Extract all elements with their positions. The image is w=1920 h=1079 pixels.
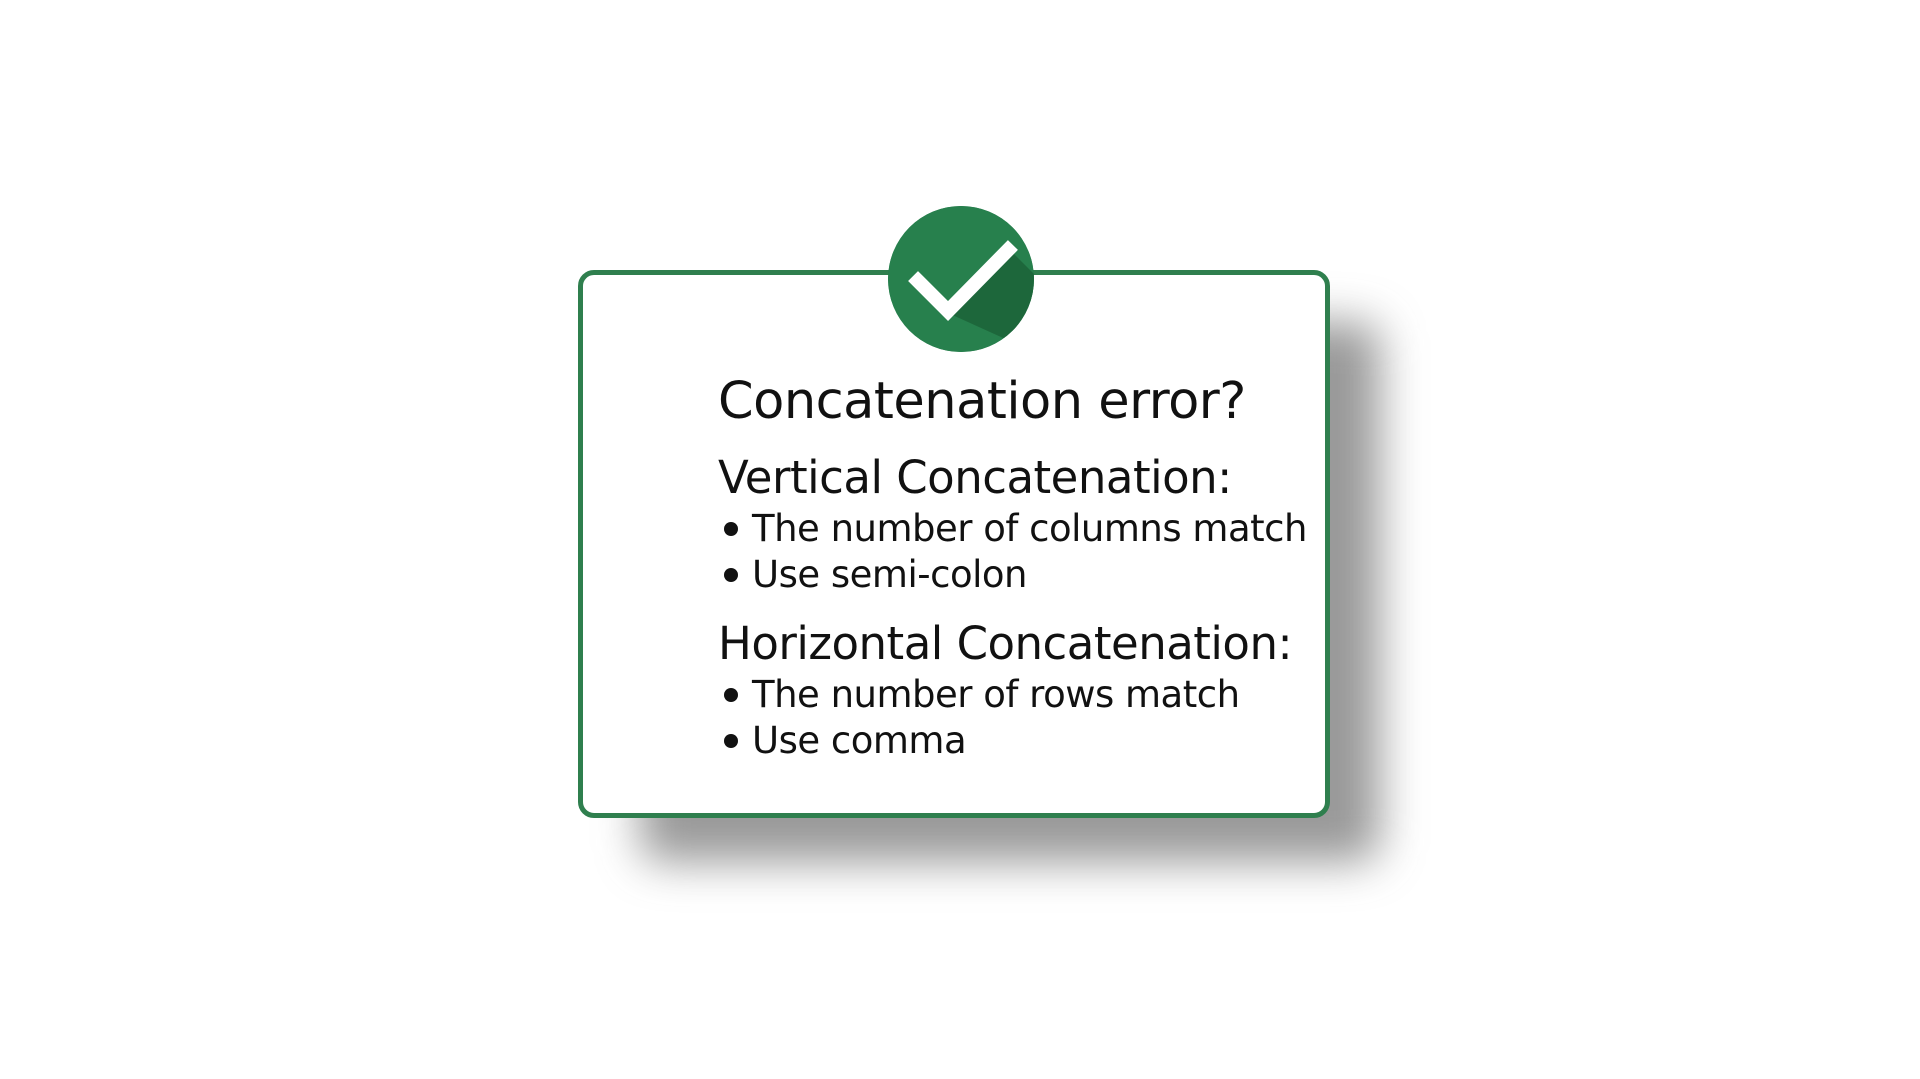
card-title: Concatenation error? xyxy=(718,372,1246,431)
bullet-icon xyxy=(724,734,738,748)
list-item: The number of columns match xyxy=(718,506,1318,552)
list-item: Use semi-colon xyxy=(718,552,1318,598)
section-heading-vertical: Vertical Concatenation: xyxy=(718,451,1232,504)
checkmark-glyph xyxy=(888,206,1034,352)
list-item-text: The number of rows match xyxy=(752,673,1240,716)
list-item-text: Use semi-colon xyxy=(752,553,1027,596)
list-item-text: Use comma xyxy=(752,719,967,762)
card-content: Concatenation error? Vertical Concatenat… xyxy=(718,372,1318,782)
bullet-icon xyxy=(724,568,738,582)
slide-canvas: Concatenation error? Vertical Concatenat… xyxy=(0,0,1920,1079)
bullet-list-horizontal: The number of rows match Use comma xyxy=(718,672,1318,764)
bullet-list-vertical: The number of columns match Use semi-col… xyxy=(718,506,1318,598)
section-heading-horizontal: Horizontal Concatenation: xyxy=(718,617,1293,670)
bullet-icon xyxy=(724,522,738,536)
list-item-text: The number of columns match xyxy=(752,507,1307,550)
checkmark-icon xyxy=(888,206,1034,352)
list-item: Use comma xyxy=(718,718,1318,764)
bullet-icon xyxy=(724,688,738,702)
list-item: The number of rows match xyxy=(718,672,1318,718)
